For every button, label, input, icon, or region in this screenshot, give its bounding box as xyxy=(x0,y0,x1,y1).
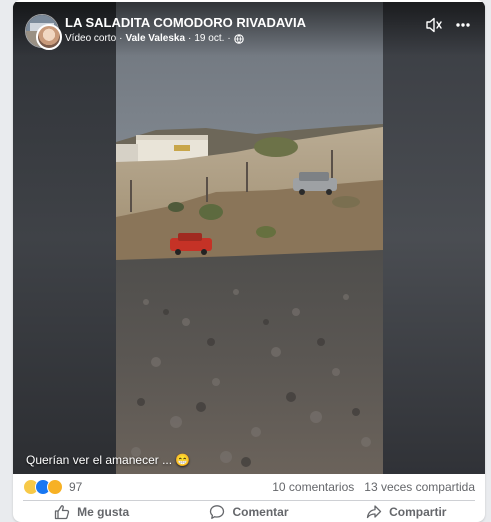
comment-button[interactable]: Comentar xyxy=(170,501,327,522)
comments-count-link[interactable]: 10 comentarios xyxy=(272,480,354,494)
video-top-controls xyxy=(425,17,471,33)
comment-button-label: Comentar xyxy=(232,504,289,519)
meta-separator: · xyxy=(227,33,231,44)
video-scene xyxy=(116,2,383,474)
post-date-link[interactable]: 19 oct. xyxy=(194,33,224,44)
post-meta: Vídeo corto · Vale Valeska · 19 oct. · xyxy=(65,33,244,44)
video-caption: Querían ver el amanecer ... 😁 xyxy=(26,453,191,467)
meta-separator: · xyxy=(119,33,123,44)
video-player[interactable]: LA SALADITA COMODORO RIVADAVIA Vídeo cor… xyxy=(13,2,485,474)
author-name-link[interactable]: Vale Valeska xyxy=(126,33,186,44)
share-button-label: Compartir xyxy=(389,504,447,519)
video-blur-left xyxy=(13,2,116,474)
globe-icon xyxy=(233,33,244,44)
like-button-label: Me gusta xyxy=(77,504,130,519)
page-name-link[interactable]: LA SALADITA COMODORO RIVADAVIA xyxy=(65,15,306,30)
post-actions: Me gusta Comentar Compartir xyxy=(13,501,485,522)
video-blur-right xyxy=(383,2,485,474)
reactions-summary[interactable]: 97 xyxy=(23,479,82,495)
post-card: LA SALADITA COMODORO RIVADAVIA Vídeo cor… xyxy=(13,0,485,522)
share-icon xyxy=(366,504,382,518)
like-icon xyxy=(55,504,70,519)
shares-count-link[interactable]: 13 veces compartida xyxy=(364,480,475,494)
engagement-stats: 97 10 comentarios 13 veces compartida xyxy=(13,474,485,500)
video-frame[interactable] xyxy=(116,2,383,474)
post-type-label: Vídeo corto xyxy=(65,33,117,44)
meta-separator: · xyxy=(188,33,192,44)
comment-icon xyxy=(210,504,225,519)
reaction-count[interactable]: 97 xyxy=(69,480,82,494)
like-button[interactable]: Me gusta xyxy=(13,501,170,522)
author-avatar[interactable] xyxy=(36,24,62,50)
mute-icon[interactable] xyxy=(425,17,443,33)
more-icon[interactable] xyxy=(455,17,471,33)
share-button[interactable]: Compartir xyxy=(328,501,485,522)
wow-reaction-icon xyxy=(47,479,63,495)
